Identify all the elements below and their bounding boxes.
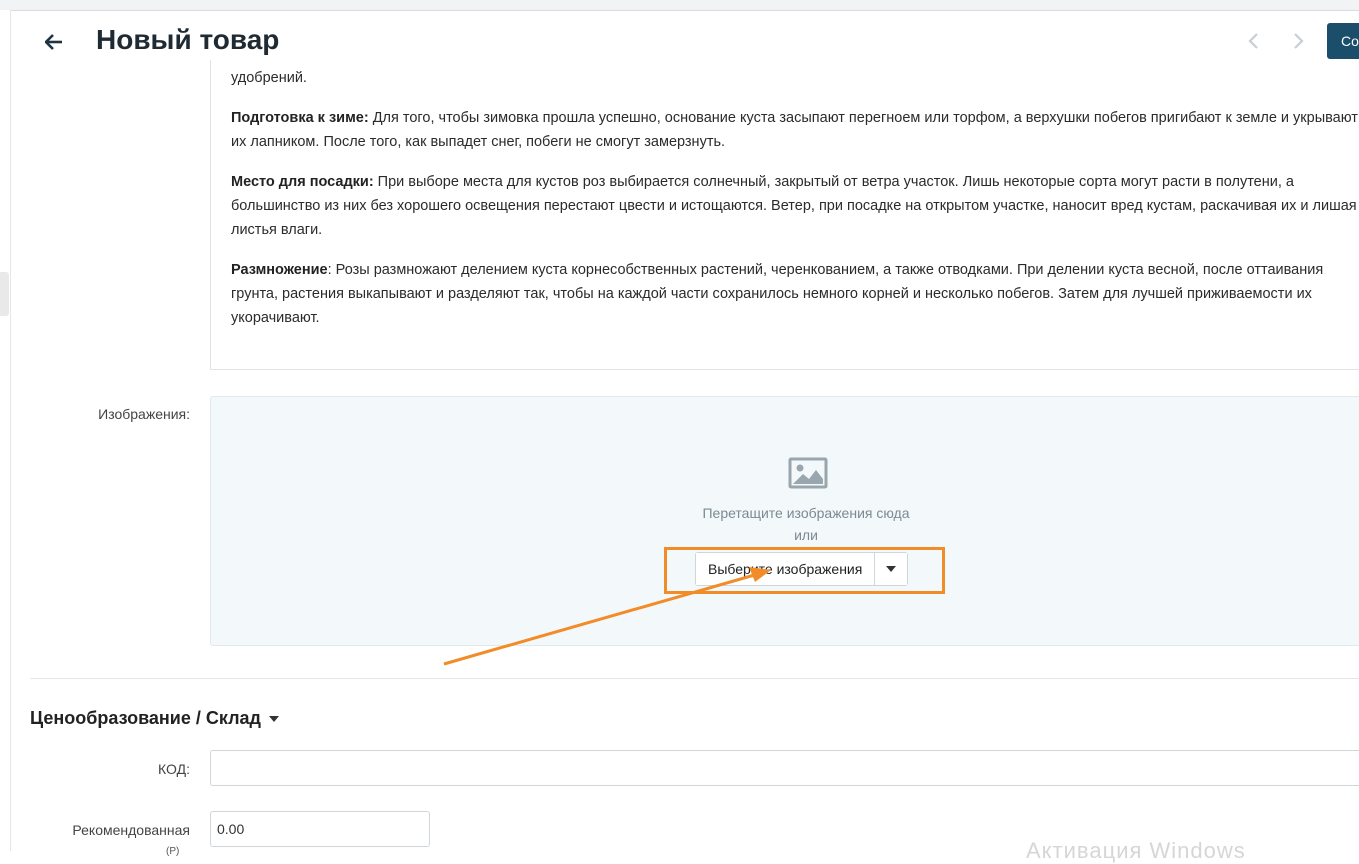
chevron-right-icon bbox=[1294, 33, 1304, 49]
recommended-price-input[interactable] bbox=[210, 811, 430, 847]
caret-down-icon bbox=[886, 566, 897, 572]
drop-hint-text: Перетащите изображения сюда bbox=[702, 505, 910, 521]
images-label: Изображения: bbox=[98, 406, 190, 422]
paragraph-text: удобрений. bbox=[231, 70, 307, 86]
description-paragraph: Подготовка к зиме: Для того, чтобы зимов… bbox=[231, 106, 1359, 154]
previous-record-button[interactable] bbox=[1234, 24, 1274, 58]
recommended-price-label-suffix: (Р) bbox=[166, 846, 180, 857]
paragraph-text: При выборе места для кустов роз выбирает… bbox=[231, 174, 1357, 238]
left-gutter bbox=[0, 10, 11, 851]
next-record-button[interactable] bbox=[1278, 24, 1318, 58]
back-button[interactable] bbox=[38, 28, 70, 56]
description-paragraph: Место для посадки: При выборе места для … bbox=[231, 170, 1359, 242]
choose-images-dropdown-toggle[interactable] bbox=[874, 553, 908, 585]
arrow-left-icon bbox=[45, 34, 62, 50]
paragraph-lead: Размножение bbox=[231, 262, 328, 278]
code-input[interactable] bbox=[210, 750, 1359, 786]
page-title: Новый товар bbox=[96, 24, 280, 55]
choose-images-button-group: Выберите изображения bbox=[695, 552, 909, 586]
dropzone-hint: Перетащите изображения сюда или bbox=[606, 502, 1006, 546]
browser-top-strip bbox=[0, 0, 1359, 11]
choose-images-button[interactable]: Выберите изображения bbox=[696, 553, 875, 585]
image-icon bbox=[788, 457, 828, 489]
code-label: КОД: bbox=[158, 761, 190, 777]
or-text: или bbox=[794, 527, 818, 543]
description-paragraph: удобрений. bbox=[231, 66, 1359, 90]
paragraph-text: Для того, чтобы зимовка прошла успешно, … bbox=[231, 110, 1358, 150]
caret-down-icon bbox=[268, 715, 279, 722]
section-divider bbox=[30, 678, 1359, 679]
paragraph-lead: Место для посадки: bbox=[231, 174, 374, 190]
pricing-section-title: Ценообразование / Склад bbox=[30, 708, 261, 728]
description-paragraph: Размножение: Розы размножают делением ку… bbox=[231, 258, 1359, 330]
paragraph-text: : Розы размножают делением куста корнесо… bbox=[231, 262, 1324, 326]
recommended-price-label: Рекомендованная bbox=[72, 822, 190, 838]
pricing-section-toggle[interactable]: Ценообразование / Склад bbox=[30, 708, 279, 729]
paragraph-lead: Подготовка к зиме: bbox=[231, 110, 369, 126]
description-content[interactable]: удобрений. Подготовка к зиме: Для того, … bbox=[231, 66, 1359, 346]
chevron-left-icon bbox=[1248, 33, 1258, 49]
windows-activation-watermark: Активация Windows bbox=[1026, 838, 1246, 863]
sidebar-collapse-handle[interactable] bbox=[0, 272, 9, 316]
save-button[interactable]: Со bbox=[1327, 23, 1359, 59]
